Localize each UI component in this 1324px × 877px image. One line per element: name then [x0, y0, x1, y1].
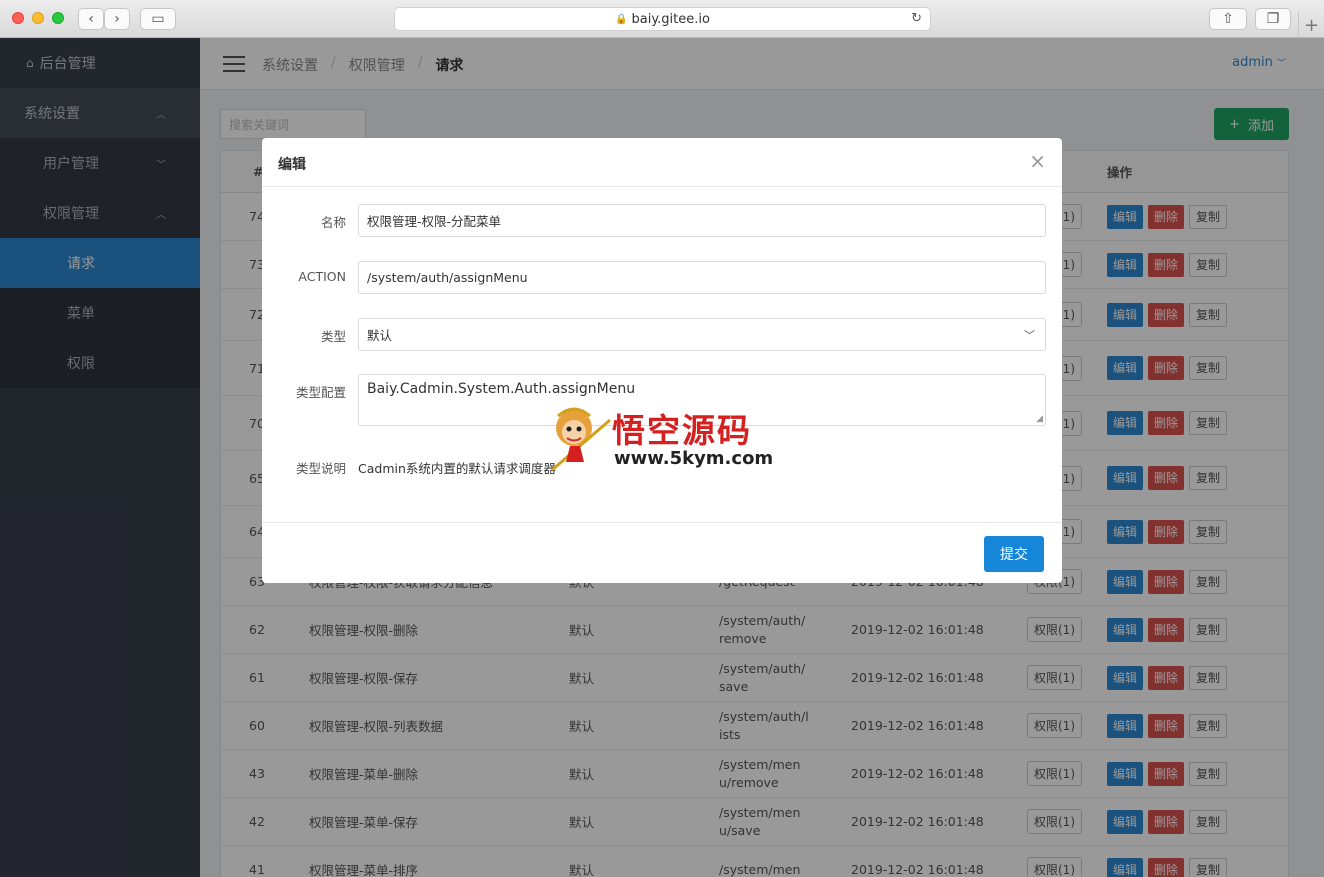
action-value: /system/auth/assignMenu [367, 270, 528, 285]
name-field[interactable]: 权限管理-权限-分配菜单 [358, 204, 1046, 237]
submit-button[interactable]: 提交 [984, 536, 1044, 572]
type-select[interactable]: 默认 ﹀ [358, 318, 1046, 351]
chevron-right-icon: › [114, 11, 120, 27]
type-label: 类型 [320, 329, 346, 344]
new-tab-button[interactable]: + [1298, 12, 1324, 38]
config-value: Baiy.Cadmin.System.Auth.assignMenu [367, 381, 636, 397]
action-label: ACTION [298, 269, 346, 284]
dialog-header: 编辑 × [262, 138, 1062, 187]
action-field[interactable]: /system/auth/assignMenu [358, 261, 1046, 294]
share-button[interactable]: ⇧ [1209, 8, 1247, 30]
watermark-text: 悟空源码 [612, 411, 752, 450]
type-value: 默认 [367, 328, 393, 343]
tabs-button[interactable]: ❐ [1255, 8, 1291, 30]
url-text: baiy.gitee.io [631, 11, 710, 27]
sidebar-toggle-button[interactable]: ▭ [140, 8, 176, 30]
dialog-title: 编辑 [278, 157, 306, 173]
maximize-window-button[interactable] [52, 12, 64, 24]
close-window-button[interactable] [12, 12, 24, 24]
sidebar-icon: ▭ [151, 11, 165, 27]
forward-button[interactable]: › [104, 8, 130, 30]
watermark-url: www.5kym.com [614, 448, 774, 469]
config-label: 类型配置 [295, 385, 346, 400]
desc-value: Cadmin系统内置的默认请求调度器 [358, 461, 556, 476]
resize-handle-icon[interactable]: ◢ [1036, 414, 1043, 424]
edit-dialog: 编辑 × 名称 权限管理-权限-分配菜单 ACTION /system/auth… [262, 138, 1062, 583]
lock-icon: 🔒 [615, 13, 628, 25]
name-label: 名称 [320, 215, 346, 230]
desc-label: 类型说明 [295, 461, 346, 476]
plus-icon: + [1303, 14, 1320, 36]
dialog-footer: 提交 [262, 522, 1062, 583]
reload-icon[interactable]: ↻ [911, 11, 922, 26]
minimize-window-button[interactable] [32, 12, 44, 24]
chevron-down-icon: ﹀ [1024, 329, 1035, 342]
browser-titlebar: ‹ › ▭ 🔒 baiy.gitee.io ↻ ⇧ ❐ + [0, 0, 1324, 38]
tabs-icon: ❐ [1266, 11, 1280, 27]
chevron-left-icon: ‹ [88, 11, 94, 27]
monkey-logo-icon [551, 407, 611, 472]
name-value: 权限管理-权限-分配菜单 [367, 214, 502, 229]
address-bar[interactable]: 🔒 baiy.gitee.io ↻ [394, 7, 931, 31]
watermark: 悟空源码 www.5kym.com [550, 402, 780, 474]
close-icon[interactable]: × [1029, 151, 1046, 171]
back-button[interactable]: ‹ [78, 8, 104, 30]
share-icon: ⇧ [1222, 11, 1234, 27]
